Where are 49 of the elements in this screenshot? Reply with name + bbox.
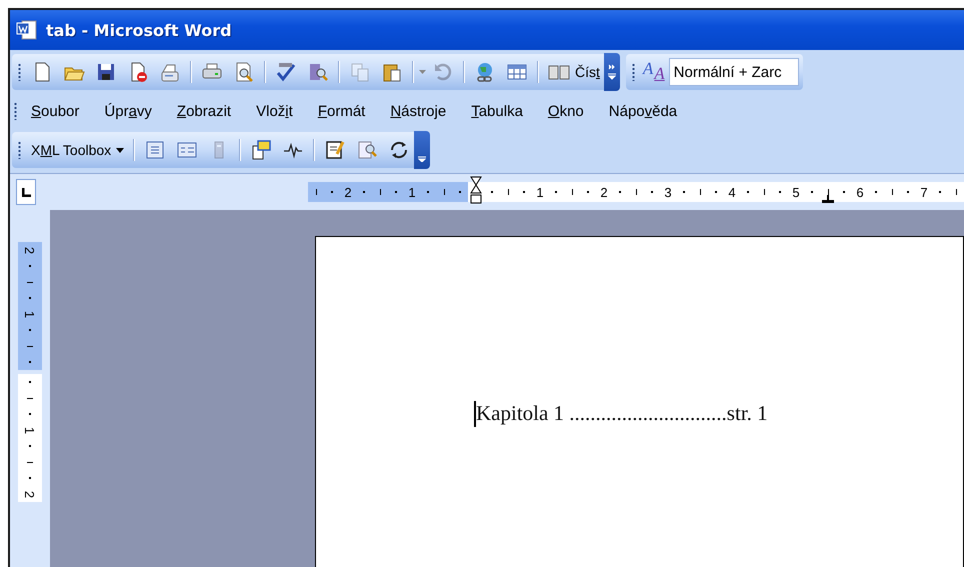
menu-item[interactable]: Soubor: [21, 96, 90, 126]
menu-item[interactable]: Nástroje: [380, 96, 456, 126]
ruler-number: 5: [792, 184, 800, 200]
left-tab-icon: [22, 188, 30, 196]
ruler-number: 2: [344, 184, 352, 200]
document-text: Kapitola 1 ..............................str. 1: [476, 401, 768, 426]
menu-item[interactable]: Okno: [538, 96, 594, 126]
ruler-number: 1: [408, 184, 416, 200]
spell-check-icon: [275, 61, 297, 83]
ruler-number: 1: [22, 310, 38, 318]
book-icon: [548, 64, 570, 80]
schema-window-icon: [250, 139, 272, 161]
toolbar-options-button[interactable]: [414, 131, 430, 169]
ruler-number: 2: [22, 246, 38, 254]
menu-item[interactable]: Nápověda: [598, 96, 688, 126]
indent-marker-icon[interactable]: [470, 176, 482, 206]
form-view-icon: [144, 139, 166, 161]
menu-item[interactable]: Zobrazit: [166, 96, 242, 126]
document-magnifier-icon: [356, 139, 378, 161]
copy-icon: [349, 61, 371, 83]
ruler-number: 1: [536, 184, 544, 200]
dropdown-arrow-icon[interactable]: [419, 70, 426, 74]
caret-icon: [116, 148, 124, 152]
menu-item[interactable]: Úpravy: [94, 96, 162, 126]
chevron-icon: [418, 156, 426, 162]
tab-stop-icon[interactable]: [822, 195, 834, 203]
ruler-number: 6: [856, 184, 864, 200]
ruler-number: 4: [728, 184, 736, 200]
menu-item[interactable]: Tabulka: [461, 96, 533, 126]
toolbar-options-button[interactable]: [604, 53, 620, 91]
word-document-icon: [16, 19, 38, 41]
styles-button[interactable]: AA: [640, 57, 667, 87]
chevron-icon: [608, 63, 616, 81]
ruler-number: 3: [664, 184, 672, 200]
menu-item[interactable]: Vložit: [246, 96, 303, 126]
document-pencil-icon: [324, 139, 346, 161]
ruler-number: 7: [920, 184, 928, 200]
undo-icon: [432, 61, 454, 83]
book-magnifier-icon: [307, 61, 329, 83]
window-title: tab - Microsoft Word: [46, 20, 232, 40]
style-field[interactable]: Normální + Zarc: [668, 58, 799, 86]
ruler-number: 2: [22, 490, 38, 498]
tab-selector[interactable]: [16, 179, 36, 205]
read-button[interactable]: Číst: [544, 57, 604, 87]
menu-item[interactable]: Formát: [308, 96, 376, 126]
ruler-number: 2: [600, 184, 608, 200]
xml-toolbox-menu[interactable]: XML Toolbox: [27, 135, 128, 165]
ruler-number: 1: [22, 426, 38, 434]
text-cursor-icon: [474, 401, 476, 427]
